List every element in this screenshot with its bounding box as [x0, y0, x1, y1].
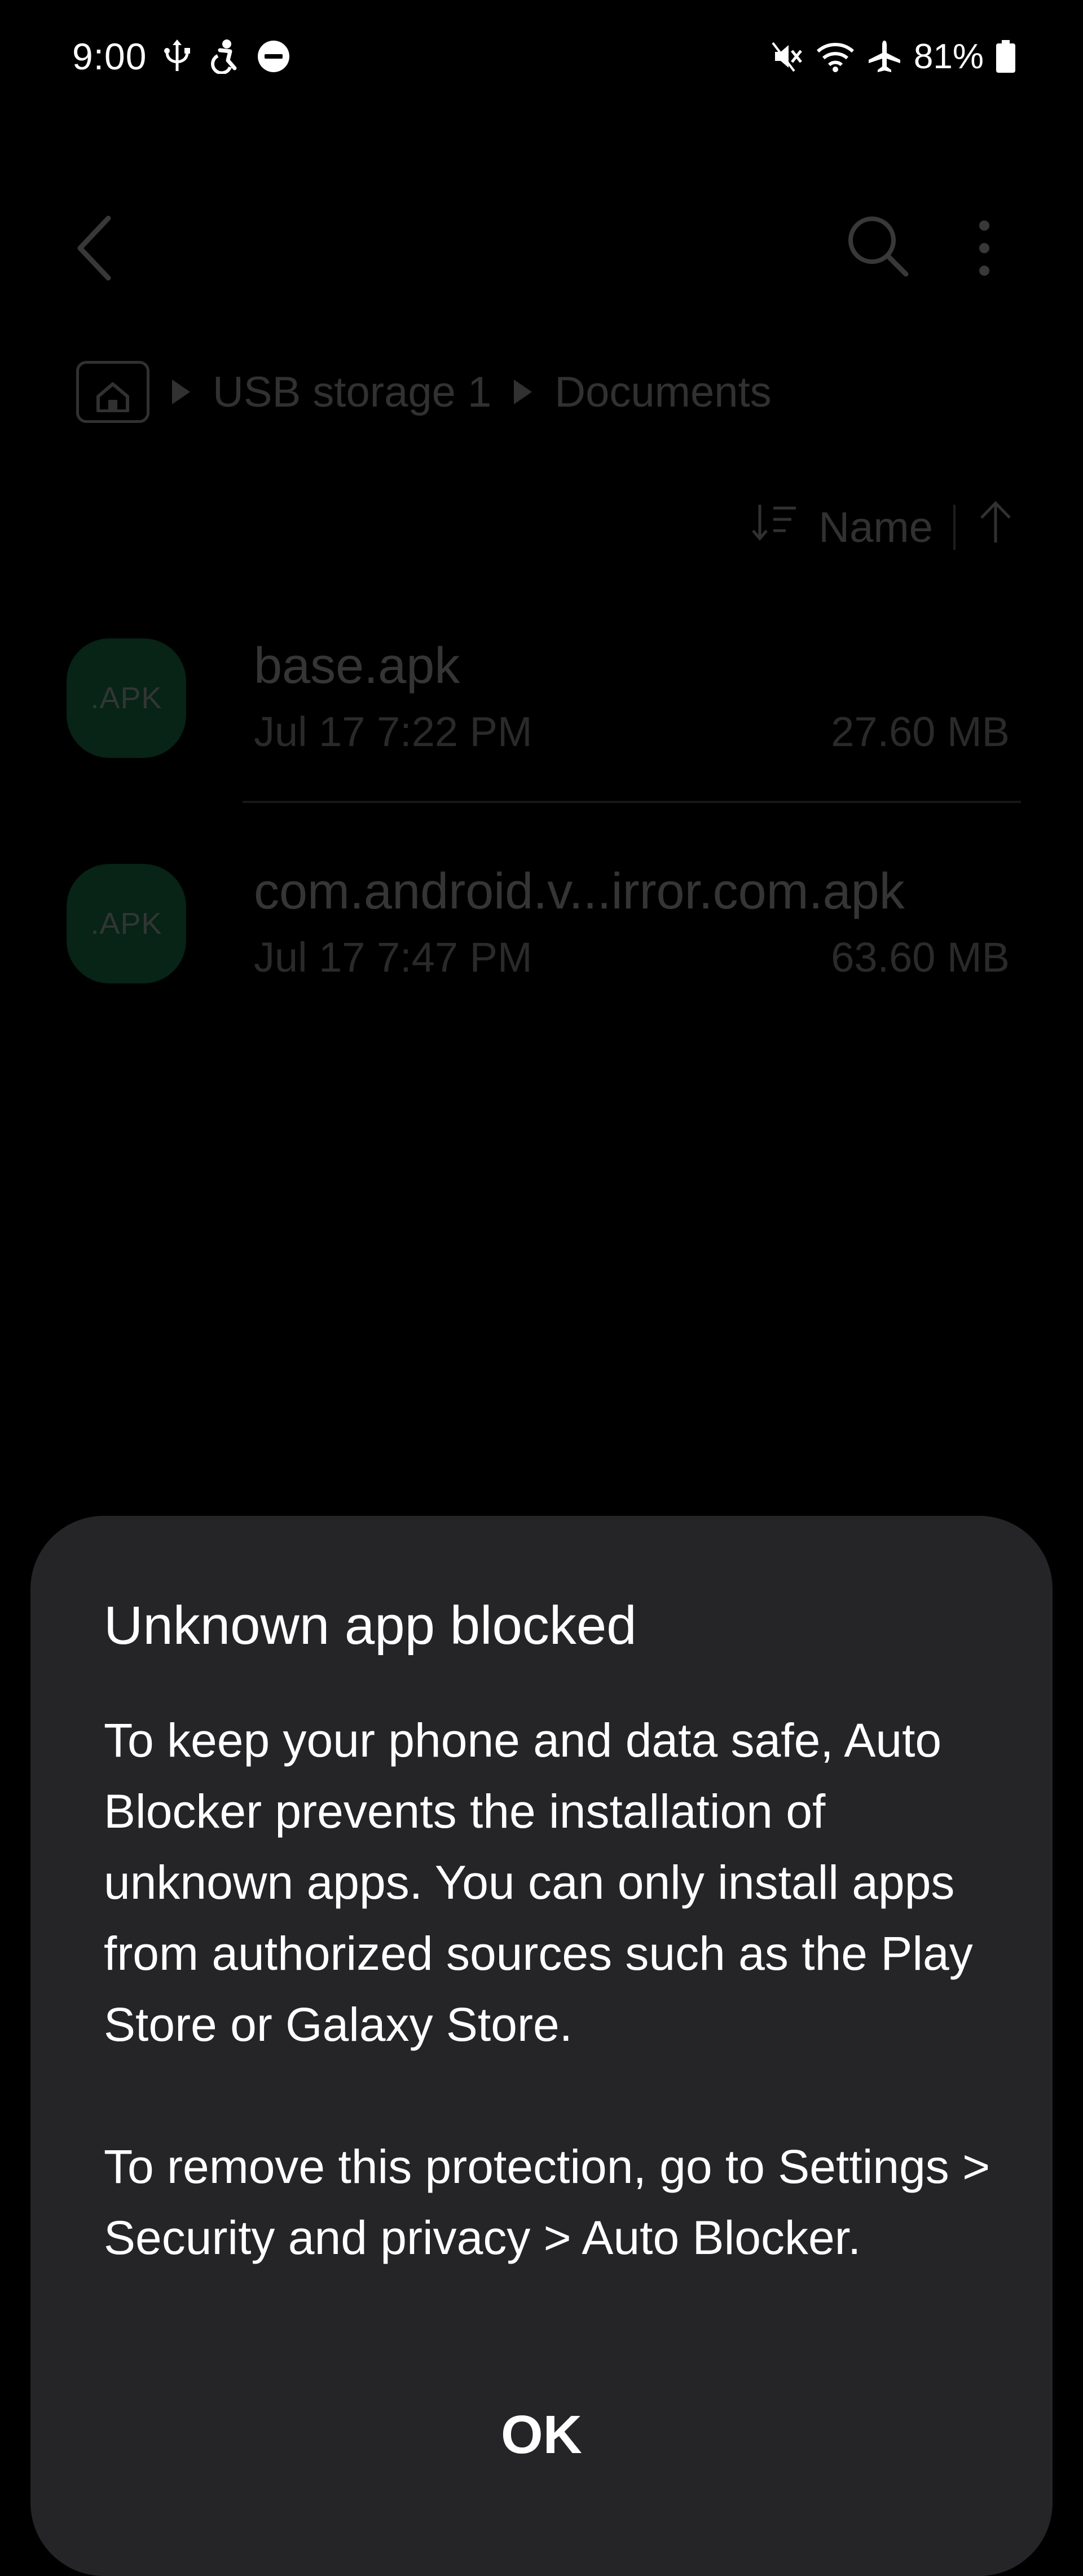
home-icon	[96, 382, 129, 412]
arrow-up-icon	[980, 501, 1011, 542]
unknown-app-blocked-dialog: Unknown app blocked To keep your phone a…	[30, 1516, 1053, 2576]
breadcrumb-item-documents[interactable]: Documents	[554, 368, 771, 417]
dialog-title: Unknown app blocked	[104, 1595, 637, 1656]
file-date: Jul 17 7:22 PM	[254, 708, 532, 755]
back-icon	[77, 215, 111, 281]
status-right: 81%	[772, 29, 1015, 83]
my-files-app: USB storage 1 Documents Name .APK base.a…	[0, 113, 1083, 1523]
status-bar: 9:00 81%	[0, 0, 1083, 113]
do-not-disturb-icon	[257, 40, 290, 73]
file-size: 27.60 MB	[831, 708, 1010, 755]
back-button[interactable]	[68, 206, 124, 290]
sort-bar: Name	[751, 491, 1015, 564]
accessibility-icon	[208, 39, 240, 74]
sort-direction-button[interactable]	[976, 500, 1015, 555]
file-name: com.android.v...irror.com.apk	[254, 863, 905, 920]
breadcrumb: USB storage 1 Documents	[76, 355, 772, 429]
status-time: 9:00	[72, 36, 147, 77]
battery-icon	[996, 40, 1015, 73]
more-options-button[interactable]	[953, 206, 1015, 290]
mute-icon	[772, 41, 803, 72]
dialog-body: To keep your phone and data safe, Auto B…	[104, 1705, 995, 2273]
battery-percentage: 81%	[913, 37, 984, 76]
home-button[interactable]	[76, 361, 149, 423]
status-left: 9:00	[72, 29, 290, 83]
file-date: Jul 17 7:47 PM	[254, 934, 532, 981]
search-icon	[848, 217, 909, 277]
ok-button[interactable]: OK	[429, 2373, 654, 2497]
file-size: 63.60 MB	[831, 934, 1010, 981]
breadcrumb-item-usb-storage[interactable]: USB storage 1	[213, 368, 491, 417]
sort-divider	[953, 505, 956, 550]
usb-icon	[164, 39, 191, 73]
sort-name-label[interactable]: Name	[818, 503, 933, 552]
file-row[interactable]: .APK base.apk Jul 17 7:22 PM 27.60 MB	[0, 615, 1083, 761]
apk-file-icon: .APK	[67, 864, 186, 983]
file-name: base.apk	[254, 638, 460, 694]
search-button[interactable]	[840, 209, 914, 282]
file-row[interactable]: .APK com.android.v...irror.com.apk Jul 1…	[0, 840, 1083, 987]
more-options-icon	[979, 220, 989, 276]
apk-file-icon: .APK	[67, 638, 186, 758]
airplane-icon	[868, 39, 901, 73]
sort-icon[interactable]	[751, 502, 798, 552]
dialog-message: To keep your phone and data safe, Auto B…	[104, 1714, 973, 2051]
wifi-icon	[816, 40, 855, 73]
dialog-instructions: To remove this protection, go to Setting…	[104, 2140, 990, 2264]
breadcrumb-arrow-icon	[172, 380, 190, 404]
breadcrumb-arrow-icon	[514, 380, 532, 404]
row-divider	[243, 801, 1021, 803]
